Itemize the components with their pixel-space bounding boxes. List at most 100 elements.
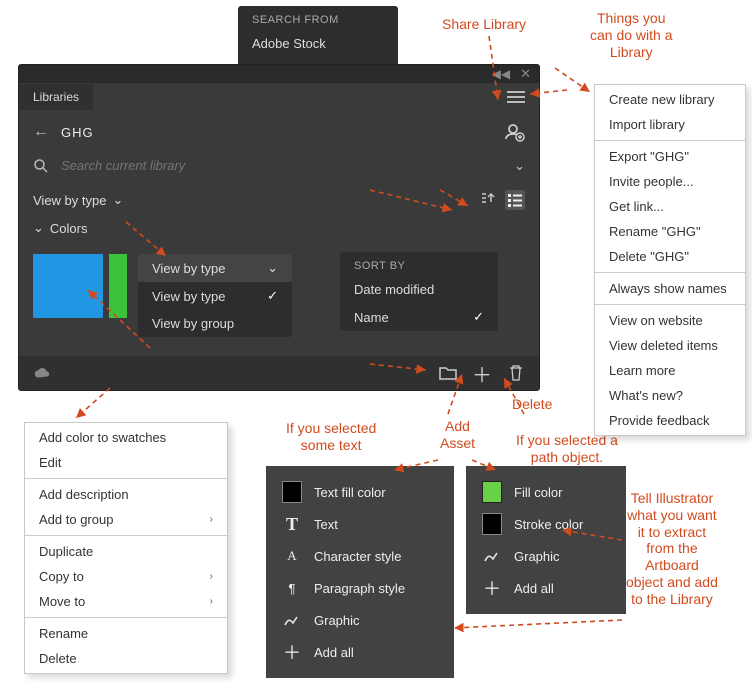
add-graphic-path[interactable]: Graphic [470, 540, 622, 572]
add-stroke-color[interactable]: Stroke color [470, 508, 622, 540]
tab-libraries[interactable]: Libraries [19, 84, 93, 110]
ctx-export[interactable]: Export "GHG" [595, 144, 745, 169]
separator [25, 535, 227, 536]
add-asset-icon[interactable]: ＋ [473, 364, 491, 382]
ctx-duplicate[interactable]: Duplicate [25, 539, 227, 564]
label: What's new? [609, 388, 683, 403]
add-character-style[interactable]: A Character style [270, 540, 450, 572]
sort-date-modified[interactable]: Date modified [340, 276, 498, 303]
close-icon[interactable]: ✕ [520, 66, 531, 82]
sort-by-header: SORT BY [340, 252, 498, 276]
create-group-icon[interactable] [439, 364, 457, 382]
ctx-add-to-group[interactable]: Add to group › [25, 507, 227, 532]
ctx-view-website[interactable]: View on website [595, 308, 745, 333]
label: Duplicate [39, 544, 93, 559]
search-from-adobe-stock[interactable]: Adobe Stock [238, 30, 398, 57]
menu-view-by-type[interactable]: View by type ✓ [138, 282, 292, 310]
panel-menu-icon[interactable] [493, 90, 539, 104]
ctx-add-description[interactable]: Add description [25, 482, 227, 507]
ctx-learn-more[interactable]: Learn more [595, 358, 745, 383]
ctx-add-to-swatches[interactable]: Add color to swatches [25, 425, 227, 450]
separator [595, 272, 745, 273]
label: View deleted items [609, 338, 718, 353]
ctx-view-deleted[interactable]: View deleted items [595, 333, 745, 358]
view-by-type-dropdown[interactable]: View by type ⌄ [33, 192, 123, 208]
ctx-rename[interactable]: Rename "GHG" [595, 219, 745, 244]
add-text-fill-color[interactable]: Text fill color [270, 476, 450, 508]
add-asset-path-panel: Fill color Stroke color Graphic ＋ Add al… [466, 466, 626, 614]
ctx-create-new-library[interactable]: Create new library [595, 87, 745, 112]
add-text[interactable]: T Text [270, 508, 450, 540]
search-scope-chevron-icon[interactable]: ⌄ [514, 158, 525, 174]
add-all-text[interactable]: ＋ Add all [270, 636, 450, 668]
ctx-always-show-names[interactable]: Always show names [595, 276, 745, 301]
text-icon: T [282, 514, 302, 534]
library-context-menu: Create new library Import library Export… [594, 84, 746, 436]
label: View by type [33, 193, 106, 208]
label: Provide feedback [609, 413, 709, 428]
search-icon [33, 158, 49, 174]
chevron-right-icon: › [210, 514, 213, 525]
back-icon[interactable]: ← [33, 123, 49, 141]
search-input[interactable] [59, 157, 504, 174]
colors-section-toggle[interactable]: ⌄ Colors [33, 220, 87, 236]
color-swatch-green[interactable] [109, 254, 127, 318]
sort-by-menu: SORT BY Date modified Name ✓ [340, 252, 498, 331]
ctx-rename-asset[interactable]: Rename [25, 621, 227, 646]
add-fill-color[interactable]: Fill color [470, 476, 622, 508]
ctx-whats-new[interactable]: What's new? [595, 383, 745, 408]
label: Rename [39, 626, 88, 641]
asset-context-menu: Add color to swatches Edit Add descripti… [24, 422, 228, 674]
label: Export "GHG" [609, 149, 689, 164]
ctx-copy-to[interactable]: Copy to› [25, 564, 227, 589]
label: Text [314, 517, 338, 532]
chevron-right-icon: › [210, 571, 213, 582]
annotation-if-text: If you selected some text [286, 420, 376, 454]
panel-footer: ＋ [19, 356, 539, 390]
label: Add to group [39, 512, 113, 527]
ctx-delete[interactable]: Delete "GHG" [595, 244, 745, 269]
sort-name[interactable]: Name ✓ [340, 303, 498, 331]
label: Rename "GHG" [609, 224, 701, 239]
ctx-move-to[interactable]: Move to› [25, 589, 227, 614]
panel-titlebar: ◀◀ ✕ [19, 65, 539, 83]
graphic-icon [482, 546, 502, 566]
check-icon: ✓ [267, 288, 278, 304]
label: Move to [39, 594, 85, 609]
delete-icon[interactable] [507, 364, 525, 382]
add-graphic-text[interactable]: Graphic [270, 604, 450, 636]
separator [25, 478, 227, 479]
label: Adobe Stock [252, 36, 326, 51]
annotation-things-library: Things you can do with a Library [590, 10, 673, 60]
character-style-icon: A [282, 546, 302, 566]
annotation-delete: Delete [512, 396, 552, 413]
library-name: GHG [61, 125, 94, 140]
search-row: ⌄ [19, 153, 539, 184]
chevron-down-icon: ⌄ [267, 260, 278, 276]
label: View by group [152, 316, 234, 331]
ctx-import-library[interactable]: Import library [595, 112, 745, 137]
ctx-edit[interactable]: Edit [25, 450, 227, 475]
label: Name [354, 310, 389, 325]
ctx-feedback[interactable]: Provide feedback [595, 408, 745, 433]
add-all-path[interactable]: ＋ Add all [470, 572, 622, 604]
ctx-get-link[interactable]: Get link... [595, 194, 745, 219]
label: Stroke color [514, 517, 583, 532]
label: View on website [609, 313, 703, 328]
add-paragraph-style[interactable]: ¶ Paragraph style [270, 572, 450, 604]
share-icon[interactable] [503, 121, 525, 143]
list-view-icon[interactable] [505, 190, 525, 210]
ctx-delete-asset[interactable]: Delete [25, 646, 227, 671]
label: Get link... [609, 199, 664, 214]
grid-view-icon[interactable] [479, 190, 499, 210]
plus-icon: ＋ [282, 642, 302, 662]
view-by-type-trigger[interactable]: View by type⌄ [138, 254, 292, 282]
collapse-icon[interactable]: ◀◀ [492, 67, 510, 81]
label: Learn more [609, 363, 675, 378]
menu-view-by-group[interactable]: View by group [138, 310, 292, 337]
ctx-invite[interactable]: Invite people... [595, 169, 745, 194]
color-swatch-blue[interactable] [33, 254, 103, 318]
check-icon: ✓ [473, 309, 484, 325]
cloud-sync-icon[interactable] [33, 364, 51, 382]
label: View by type [152, 289, 225, 304]
